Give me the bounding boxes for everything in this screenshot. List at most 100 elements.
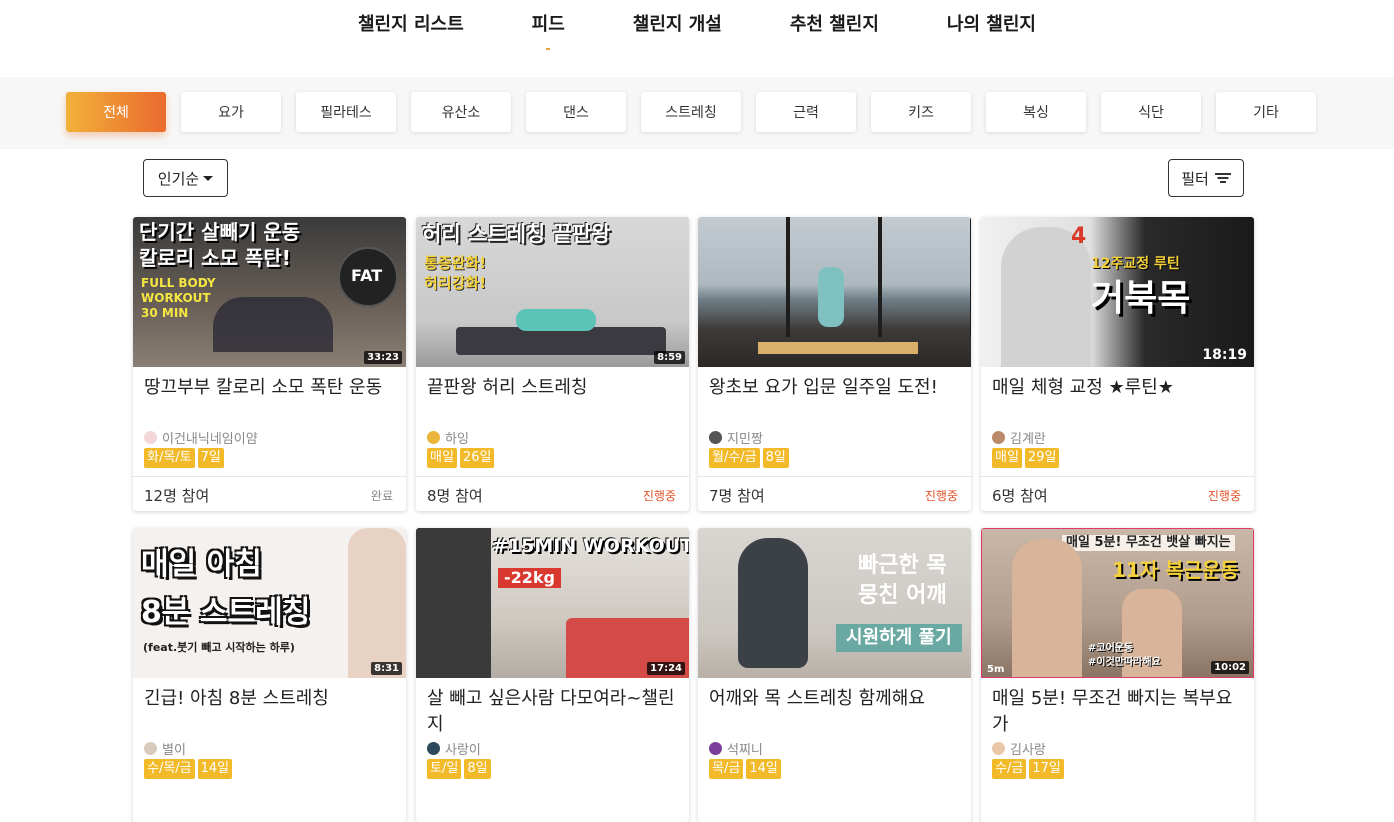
thumbnail-title-line: 뭉친 어깨 [858,583,947,608]
card-title: 어깨와 목 스트레칭 함께해요 [709,688,925,709]
category-boxing[interactable]: 복싱 [986,92,1086,132]
participant-count: 6명 참여 [992,487,1048,505]
top-nav: 챌린지 리스트 피드 챌린지 개설 추천 챌린지 나의 챌린지 [0,0,1394,77]
author-name: 사랑이 [445,743,481,758]
thumbnail-subtitle: FULL BODY [141,276,216,290]
category-pilates[interactable]: 필라테스 [296,92,396,132]
card-title: 끝판왕 허리 스트레칭 [427,377,588,398]
tag-days: 수/금 [992,759,1027,779]
nav-create-challenge[interactable]: 챌린지 개설 [633,10,722,36]
thumbnail: #15MIN WORKOUT -22kg 17:24 [416,528,689,678]
card-footer: 8명 참여 진행중 [416,476,689,511]
category-other[interactable]: 기타 [1216,92,1316,132]
challenge-card[interactable]: 단기간 살빼기 운동 칼로리 소모 폭탄! FULL BODY WORKOUT … [133,217,406,511]
participant-count: 7명 참여 [709,487,765,505]
card-title: 매일 5분! 무조건 빠지는 복부요가 [992,688,1233,735]
thumbnail-title-line: 매일 아침 [141,547,262,582]
tag-days: 토/일 [427,759,462,779]
card-title: 땅끄부부 칼로리 소모 폭탄 운동 [144,377,383,398]
thumbnail-badge: FAT [351,266,383,285]
card-tags: 월/수/금 8일 [709,448,789,468]
tag-length: 8일 [464,759,491,779]
avatar [427,431,440,444]
author-name: 김계란 [1010,432,1046,447]
category-cardio[interactable]: 유산소 [411,92,511,132]
tag-length: 14일 [746,759,781,779]
thumbnail-subtitle: 통증완화! [424,254,487,272]
video-duration: 17:24 [647,662,685,675]
video-duration: 18:19 [1202,347,1247,363]
thumbnail-title-line: 거북목 [1091,278,1191,319]
nav-recommended-challenge[interactable]: 추천 챌린지 [790,10,879,36]
thumbnail-title-line: 11자 복근운동 [1112,558,1239,582]
avatar [992,742,1005,755]
filter-label: 필터 [1181,169,1209,188]
tag-days: 목/금 [709,759,744,779]
avatar [709,431,722,444]
category-dance[interactable]: 댄스 [526,92,626,132]
filter-button[interactable]: 필터 [1168,159,1244,197]
category-yoga[interactable]: 요가 [181,92,281,132]
thumbnail: 4 12주교정 루틴 거북목 18:19 [981,217,1254,367]
card-author: 지민짱 [709,428,763,447]
challenge-card[interactable]: 빠근한 목 뭉친 어깨 시원하게 풀기 어깨와 목 스트레칭 함께해요 석찌니 … [698,528,971,822]
card-footer: 7명 참여 진행중 [698,476,971,511]
author-name: 석찌니 [727,743,763,758]
card-footer: 12명 참여 완료 [133,476,406,511]
avatar [709,742,722,755]
card-author: 석찌니 [709,739,763,758]
tag-length: 29일 [1024,448,1060,468]
challenge-card[interactable]: 허리 스트레칭 끝판왕 통증완화! 허리강화! 8:59 끝판왕 허리 스트레칭… [416,217,689,511]
thumbnail-subtitle: 시원하게 풀기 [836,624,962,652]
tag-days: 화/목/토 [144,448,195,468]
card-tags: 매일 26일 [427,448,495,468]
nav-challenge-list[interactable]: 챌린지 리스트 [358,10,464,36]
category-strength[interactable]: 근력 [756,92,856,132]
thumbnail-title-line: 칼로리 소모 폭탄! [139,246,291,270]
challenge-card[interactable]: 매일 아침 8분 스트레칭 (feat.붓기 빼고 시작하는 하루) 8:31 … [133,528,406,822]
person-figure [818,267,844,327]
thumbnail-title-line: 빠근한 목 [858,553,947,578]
person-figure [348,528,406,678]
challenge-card[interactable]: #15MIN WORKOUT -22kg 17:24 살 빼고 싶은사람 다모여… [416,528,689,822]
sort-dropdown[interactable]: 인기순 [143,159,228,197]
avatar [427,742,440,755]
avatar [144,742,157,755]
status-badge: 진행중 [924,489,958,503]
thumbnail-badge: 4 [1071,224,1087,249]
category-all[interactable]: 전체 [66,92,166,132]
nav-feed[interactable]: 피드 [532,10,565,50]
status-badge: 완료 [370,489,393,503]
challenge-card[interactable]: 매일 5분! 무조건 뱃살 빠지는 11자 복근운동 #코어운동 #이것만따라해… [981,528,1254,822]
author-name: 지민짱 [727,432,763,447]
caret-down-icon [203,175,214,181]
nav-my-challenge[interactable]: 나의 챌린지 [947,10,1036,36]
card-title: 매일 체형 교정 ★루틴★ [992,377,1174,398]
card-author: 별이 [144,739,186,758]
thumbnail-subtitle: 12주교정 루틴 [1091,256,1180,272]
category-kids[interactable]: 키즈 [871,92,971,132]
status-badge: 진행중 [642,489,676,503]
category-diet[interactable]: 식단 [1101,92,1201,132]
card-author: 이건내닉네임이얌 [144,428,258,447]
card-tags: 수/목/금 14일 [144,759,233,779]
card-title: 왕초보 요가 입문 일주일 도전! [709,377,938,398]
challenge-card[interactable]: 왕초보 요가 입문 일주일 도전! 지민짱 월/수/금 8일 7명 참여 진행중 [698,217,971,511]
thumbnail-title-line: 허리 스트레칭 끝판왕 [422,222,611,246]
category-stretching[interactable]: 스트레칭 [641,92,741,132]
tag-length: 7일 [197,448,224,468]
challenge-card[interactable]: 4 12주교정 루틴 거북목 18:19 매일 체형 교정 ★루틴★ 김계란 매… [981,217,1254,511]
tag-length: 17일 [1029,759,1064,779]
card-author: 김계란 [992,428,1046,447]
category-bar: 전체 요가 필라테스 유산소 댄스 스트레칭 근력 키즈 복싱 식단 기타 [0,77,1394,149]
card-footer: 6명 참여 진행중 [981,476,1254,511]
thumbnail-title-line: #15MIN WORKOUT [492,535,689,557]
author-name: 하잉 [445,432,469,447]
card-tags: 토/일 8일 [427,759,491,779]
thumbnail-subtitle: 허리강화! [424,274,487,292]
video-duration: 33:23 [364,351,402,364]
tag-length: 8일 [762,448,789,468]
video-duration: 8:59 [654,351,685,364]
author-name: 김사랑 [1010,743,1046,758]
thumbnail-subtitle: WORKOUT [141,291,211,305]
